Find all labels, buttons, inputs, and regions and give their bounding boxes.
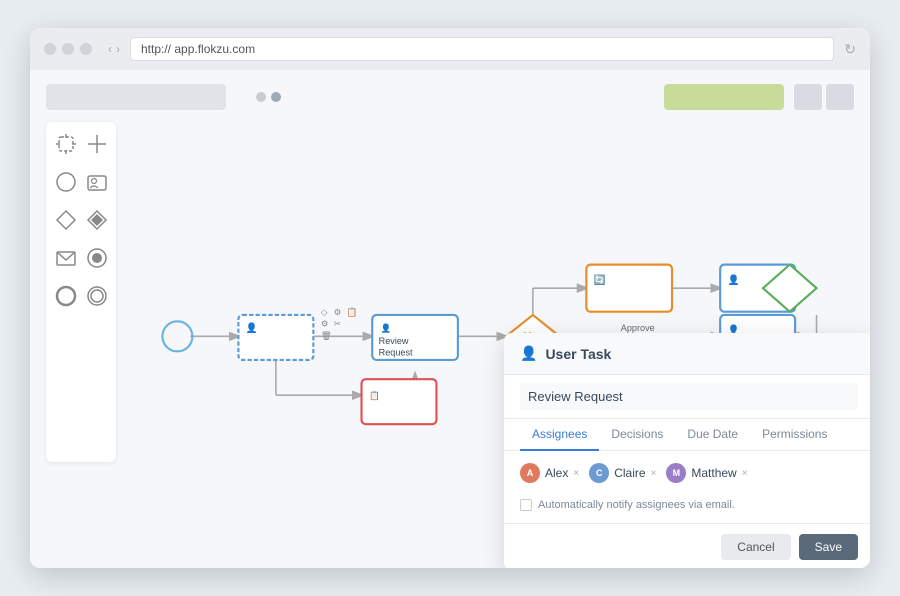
left-toolbox-panel bbox=[46, 122, 116, 462]
gateway-filled-icon[interactable] bbox=[85, 208, 108, 232]
assignee-alex: A Alex × bbox=[520, 463, 579, 483]
boundary-event-icon[interactable] bbox=[85, 246, 108, 270]
svg-text:🗑: 🗑 bbox=[321, 330, 332, 340]
nav-forward-button[interactable]: › bbox=[116, 42, 120, 56]
assignee-claire-name: Claire bbox=[614, 466, 645, 480]
task2-node[interactable] bbox=[362, 379, 437, 424]
tab-permissions[interactable]: Permissions bbox=[750, 419, 839, 451]
task1-node[interactable] bbox=[238, 315, 313, 360]
notify-checkbox[interactable] bbox=[520, 499, 532, 511]
browser-window: ‹ › http:// app.flokzu.com ↻ bbox=[30, 28, 870, 568]
svg-text:⚙: ⚙ bbox=[321, 319, 329, 329]
toolbar-placeholder bbox=[46, 84, 226, 110]
intermediate-event-icon[interactable] bbox=[85, 284, 108, 308]
assignee-alex-name: Alex bbox=[545, 466, 568, 480]
toolbar-dot-1[interactable] bbox=[256, 92, 266, 102]
assignee-claire-avatar: C bbox=[589, 463, 609, 483]
assignee-matthew-avatar: M bbox=[666, 463, 686, 483]
toolbar-action-buttons bbox=[794, 84, 854, 110]
panel-header: 👤 User Task bbox=[504, 333, 870, 375]
assignee-claire: C Claire × bbox=[589, 463, 656, 483]
svg-text:👤: 👤 bbox=[728, 274, 740, 286]
traffic-light-yellow bbox=[62, 43, 74, 55]
app-toolbar bbox=[46, 84, 854, 110]
move-tool-icon[interactable] bbox=[54, 132, 77, 156]
toolbar-publish-button[interactable] bbox=[664, 84, 784, 110]
panel-header-title: User Task bbox=[545, 346, 611, 362]
tab-assignees[interactable]: Assignees bbox=[520, 419, 599, 451]
browser-chrome: ‹ › http:// app.flokzu.com ↻ bbox=[30, 28, 870, 70]
resize-tool-icon[interactable] bbox=[85, 132, 108, 156]
task-name-input[interactable] bbox=[520, 383, 858, 410]
traffic-light-red bbox=[44, 43, 56, 55]
traffic-light-green bbox=[80, 43, 92, 55]
svg-text:◇: ◇ bbox=[321, 307, 328, 317]
panel-footer: Cancel Save bbox=[504, 523, 870, 568]
browser-content: 👤 👤 Review Request ◇ ⚙ 📋 ⚙ ✂ 🗑 × bbox=[30, 70, 870, 568]
toolbar-btn-2[interactable] bbox=[826, 84, 854, 110]
address-bar[interactable]: http:// app.flokzu.com bbox=[130, 37, 834, 61]
user-task-panel: 👤 User Task Assignees Decisions Due Date… bbox=[504, 333, 870, 568]
svg-text:👤: 👤 bbox=[246, 322, 258, 334]
assignee-matthew-name: Matthew bbox=[691, 466, 736, 480]
nav-back-button[interactable]: ‹ bbox=[108, 42, 112, 56]
svg-text:📋: 📋 bbox=[369, 390, 380, 400]
editor-area: 👤 👤 Review Request ◇ ⚙ 📋 ⚙ ✂ 🗑 × bbox=[46, 122, 854, 540]
toolbox-row-4 bbox=[54, 246, 108, 270]
panel-tabs: Assignees Decisions Due Date Permissions bbox=[504, 419, 870, 451]
nav-buttons: ‹ › bbox=[108, 42, 120, 56]
user-task-icon[interactable] bbox=[85, 170, 108, 194]
start-event-node[interactable] bbox=[162, 321, 192, 351]
svg-text:⚙: ⚙ bbox=[334, 307, 342, 317]
bpmn-canvas-area: 👤 👤 Review Request ◇ ⚙ 📋 ⚙ ✂ 🗑 × bbox=[126, 122, 854, 540]
assignees-list: A Alex × C Claire × M Matthew × bbox=[504, 451, 870, 495]
svg-text:🔄: 🔄 bbox=[594, 274, 606, 286]
assignee-matthew: M Matthew × bbox=[666, 463, 747, 483]
svg-text:👤: 👤 bbox=[381, 323, 392, 333]
gateway-icon[interactable] bbox=[54, 208, 77, 232]
end-event-icon[interactable] bbox=[54, 284, 77, 308]
toolbox-row-1 bbox=[54, 132, 108, 156]
start-event-icon[interactable] bbox=[54, 170, 77, 194]
assignee-alex-remove[interactable]: × bbox=[573, 468, 579, 479]
toolbox-row-5 bbox=[54, 284, 108, 308]
toolbox-row-2 bbox=[54, 170, 108, 194]
svg-text:✂: ✂ bbox=[334, 319, 342, 329]
assignee-claire-remove[interactable]: × bbox=[651, 468, 657, 479]
assignee-matthew-remove[interactable]: × bbox=[742, 468, 748, 479]
refresh-button[interactable]: ↻ bbox=[844, 41, 856, 58]
svg-text:📋: 📋 bbox=[347, 307, 358, 317]
toolbar-dot-2[interactable] bbox=[271, 92, 281, 102]
save-button[interactable]: Save bbox=[799, 534, 858, 560]
tab-decisions[interactable]: Decisions bbox=[599, 419, 675, 451]
cancel-button[interactable]: Cancel bbox=[721, 534, 790, 560]
svg-text:Review: Review bbox=[379, 336, 409, 346]
svg-text:Request: Request bbox=[379, 348, 413, 358]
panel-name-row bbox=[504, 375, 870, 419]
traffic-lights bbox=[44, 43, 92, 55]
toolbox-row-3 bbox=[54, 208, 108, 232]
tab-due-date[interactable]: Due Date bbox=[675, 419, 750, 451]
assignee-alex-avatar: A bbox=[520, 463, 540, 483]
user-task-header-icon: 👤 bbox=[520, 345, 537, 362]
notify-row: Automatically notify assignees via email… bbox=[504, 495, 870, 523]
toolbar-dots bbox=[256, 92, 281, 102]
svg-text:Approve: Approve bbox=[621, 323, 655, 333]
task3-node[interactable] bbox=[586, 265, 672, 312]
message-event-icon[interactable] bbox=[54, 246, 77, 270]
toolbar-btn-1[interactable] bbox=[794, 84, 822, 110]
notify-label: Automatically notify assignees via email… bbox=[538, 499, 735, 511]
